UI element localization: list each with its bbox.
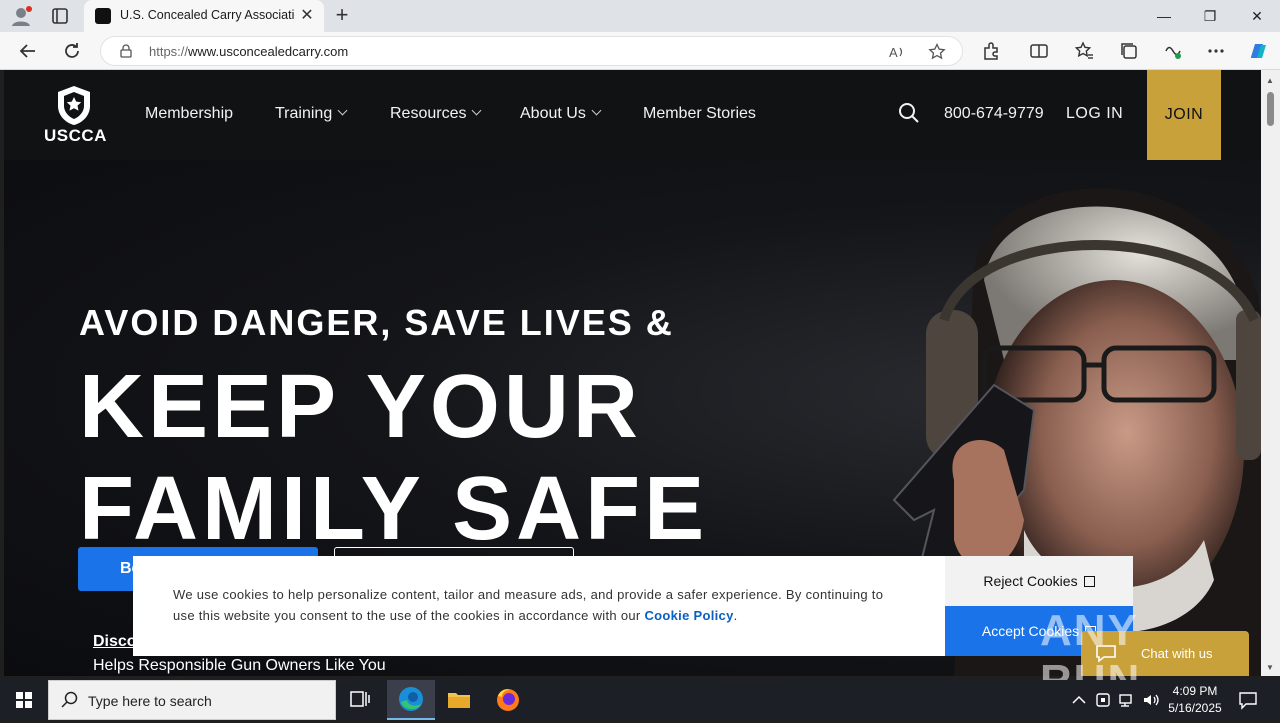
taskbar-search-box[interactable]: Type here to search (48, 680, 336, 720)
nav-about-label: About Us (520, 105, 586, 122)
refresh-icon[interactable] (61, 40, 83, 62)
cookie-message-period: . (733, 608, 738, 623)
network-icon[interactable] (1118, 691, 1136, 709)
clock-date: 5/16/2025 (1168, 701, 1222, 715)
hero-headline-line2: FAMILY SAFE (79, 459, 709, 559)
hero-tagline: Helps Responsible Gun Owners Like You (93, 657, 386, 674)
volume-icon[interactable] (1142, 691, 1160, 709)
tray-device-icon[interactable] (1094, 691, 1112, 709)
chevron-down-icon (591, 105, 602, 116)
split-screen-icon[interactable] (1029, 41, 1049, 61)
restore-button[interactable]: ❐ (1187, 0, 1233, 32)
nav-member-stories[interactable]: Member Stories (643, 105, 756, 123)
cookie-policy-link[interactable]: Cookie Policy (644, 608, 733, 623)
site-header: USCCA Membership Training Resources Abou… (4, 70, 1261, 160)
taskbar-clock[interactable]: 4:09 PM 5/16/2025 (1160, 683, 1230, 717)
nav-resources[interactable]: Resources (390, 105, 482, 123)
extensions-icon[interactable] (981, 41, 1001, 61)
url-text[interactable]: https://www.usconcealedcarry.com (149, 44, 348, 59)
phone-number-link[interactable]: 800-674-9779 (944, 105, 1044, 123)
cookie-message: We use cookies to help personalize conte… (173, 584, 893, 626)
notifications-icon[interactable] (1238, 690, 1258, 710)
tab-title: U.S. Concealed Carry Association (120, 8, 295, 22)
url-protocol: https:// (149, 44, 189, 59)
hero-headline: KEEP YOUR FAMILY SAFE (79, 356, 708, 560)
lock-icon[interactable] (119, 44, 133, 58)
firefox-icon[interactable] (484, 680, 532, 720)
back-icon[interactable] (17, 40, 39, 62)
nav-training-label: Training (275, 105, 333, 122)
checkbox-icon (1083, 576, 1095, 587)
windows-start-icon[interactable] (0, 680, 48, 720)
anyrun-watermark: ANY RUN (1040, 606, 1139, 705)
nav-membership[interactable]: Membership (145, 105, 233, 123)
active-tab[interactable]: U.S. Concealed Carry Association ✕ (84, 0, 324, 32)
window-close-button[interactable]: ✕ (1234, 0, 1280, 32)
svg-text:A: A (889, 45, 898, 60)
new-tab-button[interactable]: + (330, 4, 354, 28)
address-toolbar: https://www.usconcealedcarry.com A (0, 32, 1280, 70)
tab-close-icon[interactable]: ✕ (298, 7, 316, 25)
nav-resources-label: Resources (390, 105, 467, 122)
login-link[interactable]: LOG IN (1066, 105, 1123, 123)
edge-taskbar-app[interactable] (387, 680, 435, 720)
hero-kicker: AVOID DANGER, SAVE LIVES & (79, 302, 674, 343)
file-explorer-icon[interactable] (435, 680, 483, 720)
uscca-logo[interactable]: USCCA (42, 84, 107, 148)
more-options-icon[interactable] (1206, 41, 1226, 61)
scroll-up-icon[interactable]: ▲ (1266, 76, 1274, 85)
minimize-button[interactable]: — (1141, 0, 1187, 32)
windows-taskbar: Type here to search 4:09 PM 5/16/2025 (0, 680, 1280, 720)
browser-essentials-icon[interactable] (1163, 41, 1183, 61)
task-view-icon[interactable] (336, 680, 384, 720)
cookie-banner: We use cookies to help personalize conte… (133, 556, 1133, 656)
scrollbar-thumb[interactable] (1267, 92, 1274, 126)
read-aloud-icon[interactable]: A (888, 43, 906, 61)
edge-icon (399, 687, 423, 711)
chevron-down-icon (337, 105, 348, 116)
shield-star-icon (58, 86, 90, 125)
tab-actions-icon[interactable] (50, 6, 70, 26)
cookie-message-text: We use cookies to help personalize conte… (173, 587, 884, 623)
favorite-star-icon[interactable] (928, 43, 946, 61)
page-scrollbar[interactable]: ▲ ▼ (1261, 70, 1280, 676)
reject-cookies-label: Reject Cookies (983, 573, 1078, 589)
favorites-icon[interactable] (1074, 41, 1094, 61)
tray-chevron-up-icon[interactable] (1070, 691, 1088, 709)
logo-text: USCCA (44, 126, 107, 145)
nav-about[interactable]: About Us (520, 105, 602, 123)
discover-link[interactable]: Disco (93, 633, 137, 651)
uscca-favicon-icon (95, 8, 111, 24)
hero-headline-line1: KEEP YOUR (79, 357, 642, 457)
profile-icon[interactable] (10, 5, 32, 27)
copilot-icon[interactable] (1246, 39, 1270, 63)
browser-tab-strip: U.S. Concealed Carry Association ✕ + — ❐… (0, 0, 1280, 32)
clock-time: 4:09 PM (1172, 684, 1218, 698)
reject-cookies-button[interactable]: Reject Cookies (945, 556, 1133, 606)
taskbar-search-placeholder: Type here to search (88, 693, 212, 709)
search-icon[interactable] (898, 102, 920, 124)
url-host: www.usconcealedcarry.com (188, 44, 349, 59)
collections-icon[interactable] (1119, 41, 1139, 61)
join-button[interactable]: JOIN (1147, 70, 1221, 160)
search-icon (61, 691, 78, 708)
address-bar[interactable]: https://www.usconcealedcarry.com A (100, 36, 963, 66)
scroll-down-icon[interactable]: ▼ (1266, 663, 1274, 672)
nav-training[interactable]: Training (275, 105, 348, 123)
chevron-down-icon (472, 105, 482, 116)
